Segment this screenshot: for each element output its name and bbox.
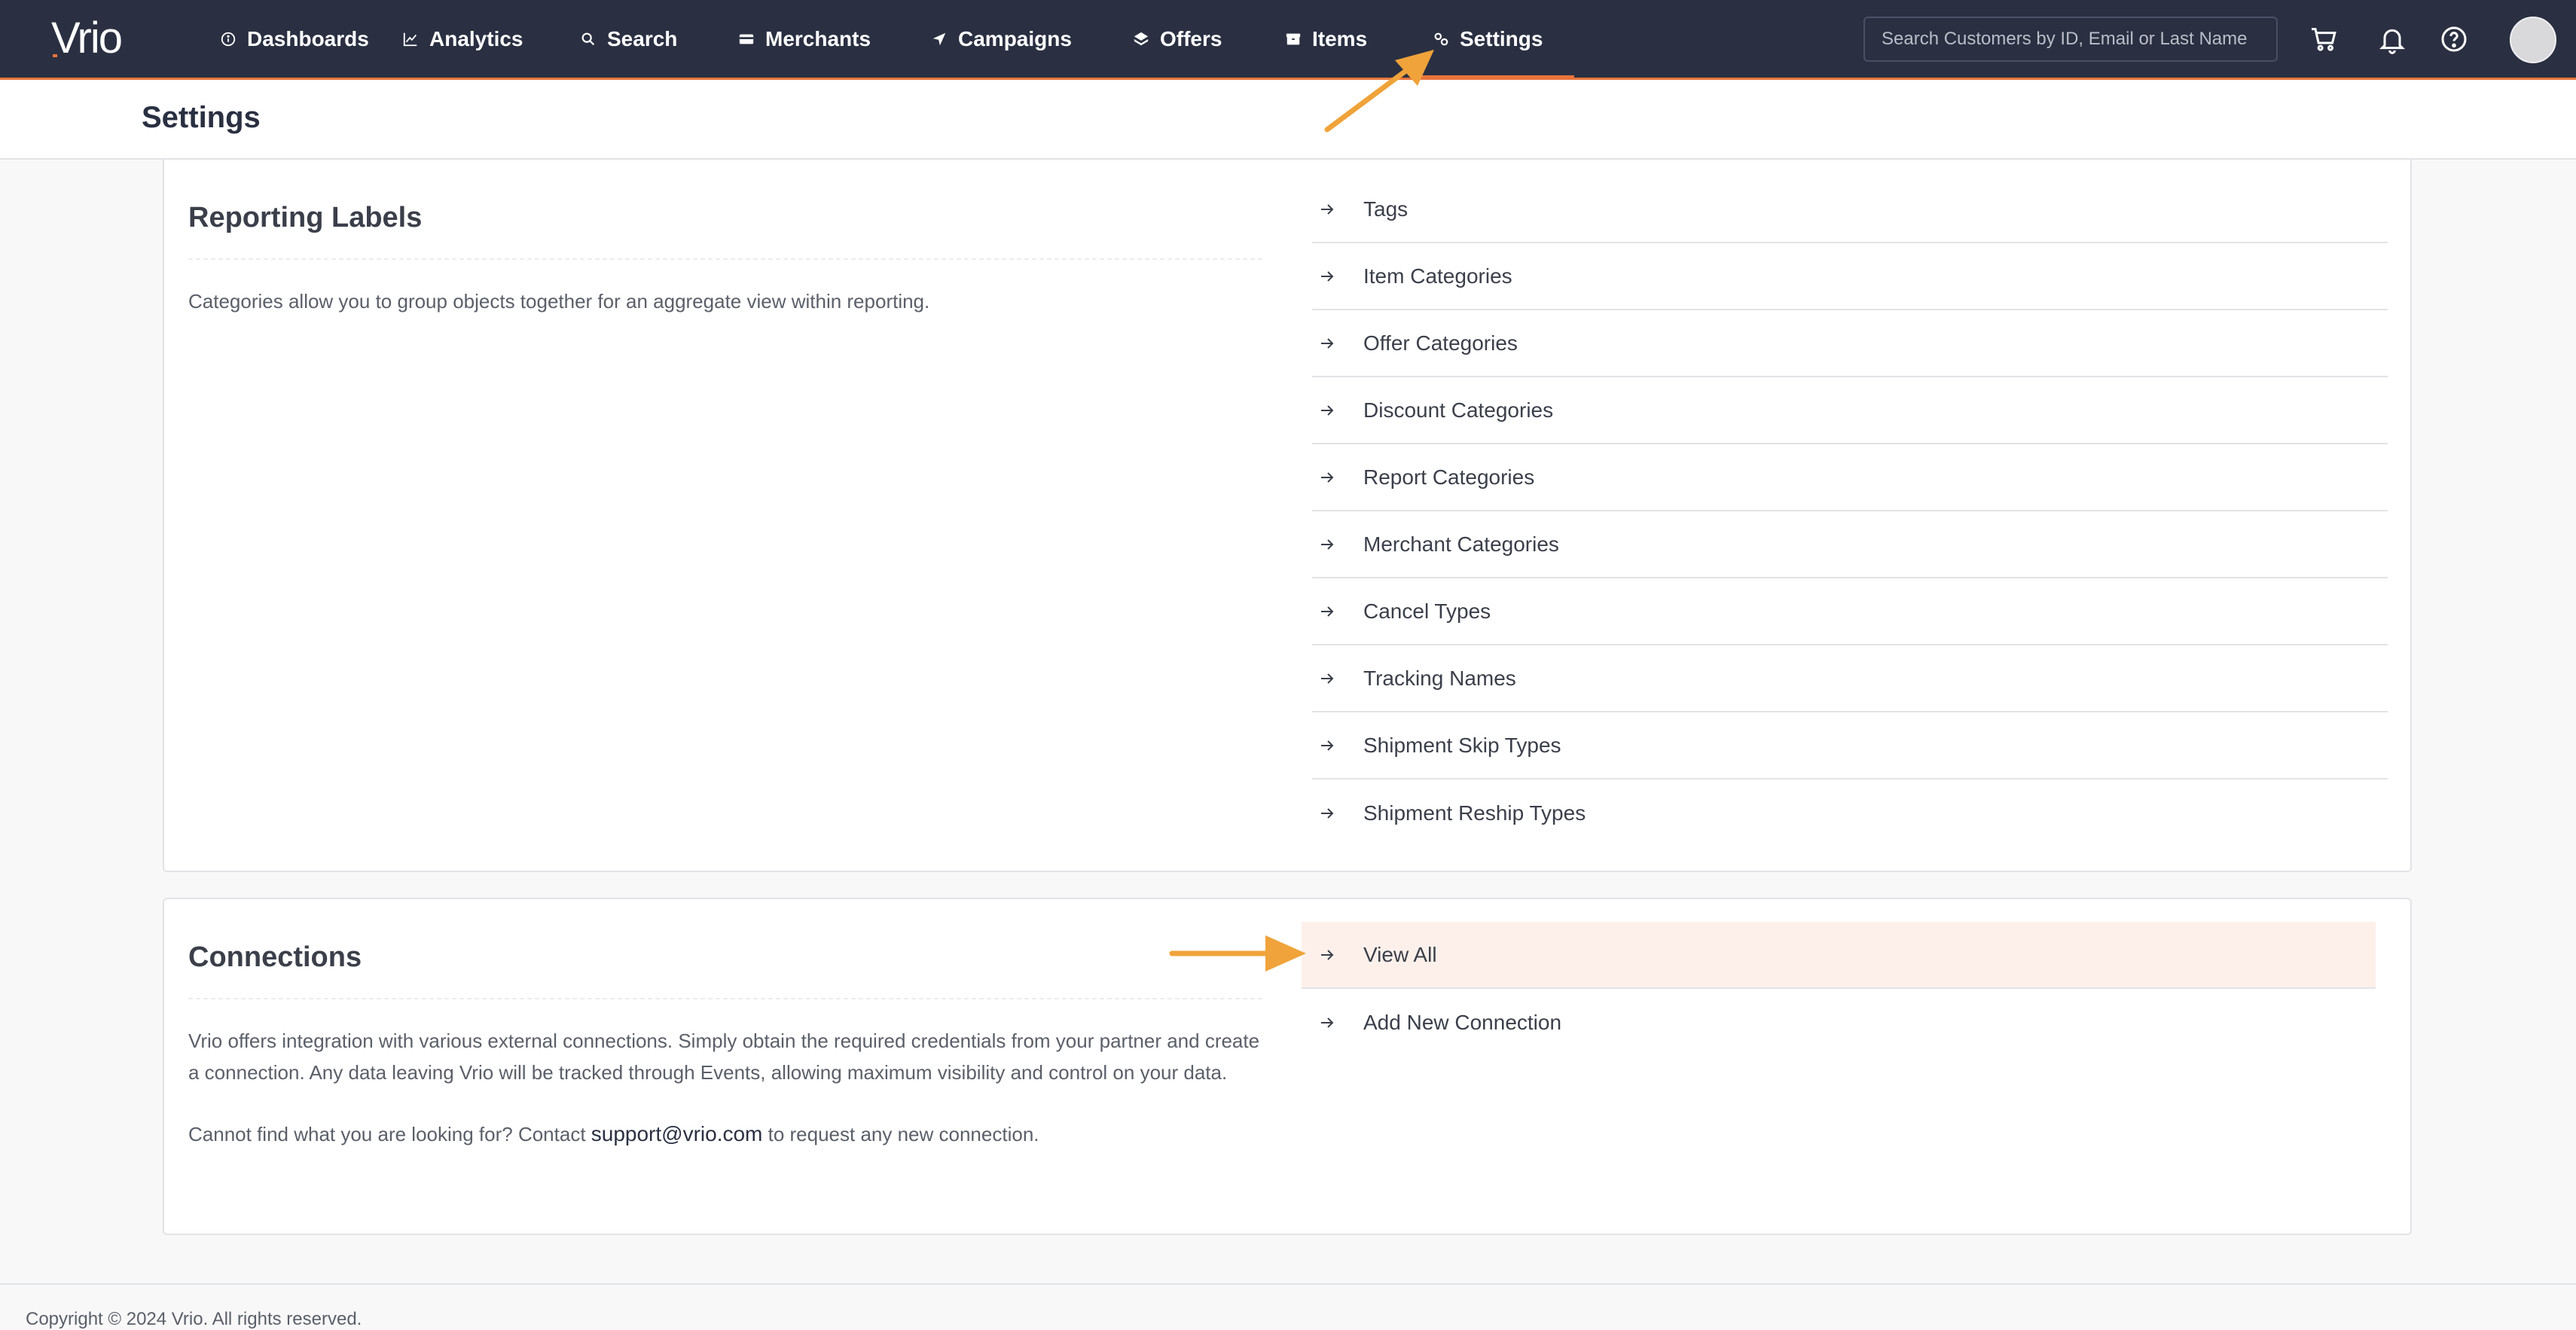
connections-heading: Connections	[188, 941, 1262, 999]
link-shipment-skip-types[interactable]: Shipment Skip Types	[1312, 712, 2388, 779]
link-label: Tracking Names	[1363, 666, 1516, 690]
arrow-right-icon	[1318, 1014, 1336, 1032]
nav-items[interactable]: Items	[1285, 0, 1367, 78]
search-icon	[580, 31, 597, 47]
arrow-right-icon	[1318, 200, 1336, 218]
nav-label: Settings	[1460, 27, 1543, 50]
contact-suffix: to request any new connection.	[762, 1123, 1039, 1145]
layers-icon	[1133, 31, 1149, 47]
user-avatar[interactable]	[2510, 17, 2556, 63]
link-add-new-connection[interactable]: Add New Connection	[1312, 989, 2388, 1056]
nav-offers[interactable]: Offers	[1133, 0, 1222, 78]
page-header: Settings	[0, 80, 2576, 160]
nav-label: Items	[1312, 27, 1368, 50]
nav-search[interactable]: Search	[580, 0, 677, 78]
contact-prefix: Cannot find what you are looking for? Co…	[188, 1123, 591, 1145]
connections-card: Connections Vrio offers integration with…	[163, 898, 2412, 1235]
help-icon[interactable]	[2439, 24, 2469, 54]
link-label: Report Categories	[1363, 465, 1535, 489]
nav-label: Merchants	[765, 27, 871, 50]
box-icon	[1285, 31, 1302, 47]
vrio-logo[interactable]: Vrio	[50, 17, 170, 62]
connections-link-list: View All Add New Connection	[1302, 922, 2388, 1056]
arrow-right-icon	[1318, 670, 1336, 688]
reporting-labels-description: Categories allow you to group objects to…	[188, 290, 930, 313]
nav-label: Analytics	[429, 27, 523, 50]
link-label: Shipment Skip Types	[1363, 733, 1561, 757]
arrow-right-icon	[1318, 946, 1336, 964]
arrow-right-icon	[1318, 602, 1336, 621]
link-label: Tags	[1363, 197, 1409, 221]
link-tracking-names[interactable]: Tracking Names	[1312, 645, 2388, 712]
svg-text:Vrio: Vrio	[51, 17, 121, 62]
link-label: Merchant Categories	[1363, 532, 1559, 556]
link-shipment-reship-types[interactable]: Shipment Reship Types	[1312, 779, 2388, 847]
nav-merchants[interactable]: Merchants	[738, 0, 871, 78]
top-navigation-bar: Vrio Dashboards Analytics Search Merchan…	[0, 0, 2576, 80]
link-view-all-connections[interactable]: View All	[1302, 922, 2376, 989]
arrow-right-icon	[1318, 267, 1336, 285]
copyright-text: Copyright © 2024 Vrio. All rights reserv…	[26, 1309, 362, 1329]
nav-analytics[interactable]: Analytics	[402, 0, 523, 78]
page-title: Settings	[142, 101, 261, 134]
nav-label: Dashboards	[247, 27, 369, 50]
link-cancel-types[interactable]: Cancel Types	[1312, 578, 2388, 645]
reporting-labels-card: Reporting Labels Categories allow you to…	[163, 160, 2412, 872]
nav-label: Offers	[1160, 27, 1222, 50]
link-item-categories[interactable]: Item Categories	[1312, 243, 2388, 310]
arrow-right-icon	[1318, 737, 1336, 755]
send-icon	[931, 31, 948, 47]
nav-settings[interactable]: Settings	[1433, 0, 1543, 78]
reporting-labels-info: Reporting Labels Categories allow you to…	[188, 202, 1262, 317]
arrow-right-icon	[1318, 401, 1336, 419]
link-label: Add New Connection	[1363, 1010, 1562, 1034]
connections-description: Vrio offers integration with various ext…	[188, 1030, 1260, 1084]
link-label: Shipment Reship Types	[1363, 801, 1586, 825]
link-offer-categories[interactable]: Offer Categories	[1312, 310, 2388, 377]
customer-search-input[interactable]	[1863, 17, 2278, 62]
notifications-bell-icon[interactable]	[2377, 24, 2407, 54]
link-label: View All	[1363, 942, 1437, 966]
connections-contact-text: Cannot find what you are looking for? Co…	[188, 1118, 1262, 1150]
cart-icon[interactable]	[2308, 24, 2338, 54]
nav-campaigns[interactable]: Campaigns	[931, 0, 1072, 78]
support-email-link[interactable]: support@vrio.com	[591, 1122, 763, 1145]
nav-label: Campaigns	[958, 27, 1072, 50]
nav-label: Search	[607, 27, 678, 50]
credit-card-icon	[738, 31, 755, 47]
link-label: Cancel Types	[1363, 599, 1491, 623]
link-tags[interactable]: Tags	[1312, 176, 2388, 243]
page-footer: Copyright © 2024 Vrio. All rights reserv…	[0, 1283, 2576, 1329]
reporting-labels-link-list: Tags Item Categories Offer Categories Di…	[1312, 176, 2388, 847]
link-label: Item Categories	[1363, 264, 1512, 288]
arrow-right-icon	[1318, 804, 1336, 822]
reporting-labels-heading: Reporting Labels	[188, 202, 1262, 260]
settings-icon	[1433, 31, 1449, 47]
nav-dashboards[interactable]: Dashboards	[220, 0, 369, 78]
arrow-right-icon	[1318, 334, 1336, 352]
info-circle-icon	[220, 31, 237, 47]
line-chart-icon	[402, 31, 419, 47]
link-merchant-categories[interactable]: Merchant Categories	[1312, 511, 2388, 578]
arrow-right-icon	[1318, 535, 1336, 554]
link-discount-categories[interactable]: Discount Categories	[1312, 377, 2388, 444]
connections-info: Connections Vrio offers integration with…	[188, 941, 1262, 1150]
link-label: Offer Categories	[1363, 331, 1518, 355]
link-report-categories[interactable]: Report Categories	[1312, 444, 2388, 511]
link-label: Discount Categories	[1363, 398, 1554, 422]
arrow-right-icon	[1318, 468, 1336, 487]
